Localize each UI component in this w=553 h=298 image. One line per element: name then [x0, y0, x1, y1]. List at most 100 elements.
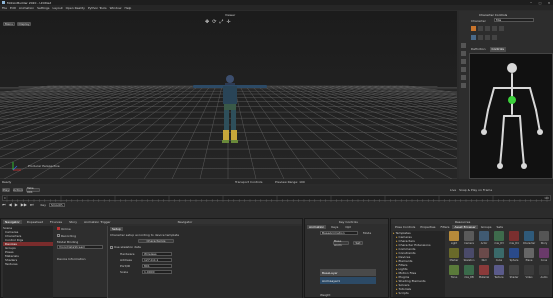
tab-filters[interactable]: Filters	[438, 225, 451, 229]
rotate-icon[interactable]	[461, 59, 466, 64]
asset-item[interactable]: mia_D3	[492, 231, 506, 247]
tab-groups[interactable]: Groups	[479, 225, 494, 229]
asset-item[interactable]: Camera	[462, 231, 476, 247]
scale-icon[interactable]	[461, 67, 466, 72]
base-animation-dropdown[interactable]: BaseAnimation	[320, 231, 358, 235]
menu-edit[interactable]: Edit	[10, 6, 16, 10]
menu-settings[interactable]: Settings	[37, 6, 49, 10]
tab-pose-controls[interactable]: Pose Controls	[393, 225, 417, 229]
menu-open-reality[interactable]: Open Reality	[66, 6, 85, 10]
tab-opt[interactable]: Opt	[343, 225, 352, 229]
recording-checkbox[interactable]	[57, 234, 60, 237]
menu-animation[interactable]: Animation	[19, 6, 34, 10]
port-field[interactable]: 801	[142, 264, 172, 268]
interp-dropdown[interactable]: Smooth	[48, 202, 65, 207]
asset-item[interactable]: Plane	[522, 248, 536, 264]
translate-icon[interactable]	[461, 51, 466, 56]
snap-dropdown[interactable]: Snap & Play on Frame	[459, 188, 492, 192]
tab-story[interactable]: Story	[67, 220, 79, 224]
tab-dopesheet[interactable]: Dopesheet	[25, 220, 45, 224]
move-tool-icon[interactable]: ✥	[205, 19, 209, 25]
go-start-icon[interactable]: ⏮	[2, 202, 6, 207]
menu-python-tools[interactable]: Python Tools	[88, 6, 107, 10]
asset-item[interactable]: Audio	[537, 265, 551, 281]
model-binding-dropdown[interactable]: ViconDataStream	[57, 245, 103, 249]
address-field[interactable]: 127.0.0.1	[142, 258, 172, 262]
menu-file[interactable]: File	[2, 6, 7, 10]
tab-sets[interactable]: Sets	[495, 225, 506, 229]
tab-definition[interactable]: Definition	[469, 47, 488, 52]
menu-button[interactable]: Menu	[3, 22, 15, 26]
asset-item[interactable]: Story	[537, 231, 551, 247]
mirror-icon[interactable]	[485, 35, 490, 40]
take-dropdown[interactable]: Take 001	[26, 186, 40, 194]
asset-item[interactable]: Cube	[492, 248, 506, 264]
layer-row-anim1[interactable]: AnimLayer1	[320, 277, 376, 284]
tree-textures[interactable]: Textures	[3, 262, 53, 266]
menu-window[interactable]: Window	[110, 6, 122, 10]
live-toggle[interactable]: Live	[450, 188, 456, 192]
asset-item[interactable]: Material	[477, 265, 491, 281]
rotate-tool-icon[interactable]: ⟳	[212, 19, 216, 25]
menu-layout[interactable]: Layout	[52, 6, 62, 10]
scale-tool-icon[interactable]: ⤢	[219, 19, 223, 25]
grab-icon[interactable]	[461, 75, 466, 80]
asset-item[interactable]: Light	[447, 231, 461, 247]
layer-row-base[interactable]: BaseLayer	[320, 269, 376, 276]
asset-item[interactable]: Character	[522, 231, 536, 247]
asset-item[interactable]: Cone	[537, 248, 551, 264]
3d-viewport[interactable]: Viewer ✥ ⟳ ⤢ ✛ Menu Display Producer Per…	[0, 11, 457, 179]
scale-field[interactable]: 1.0000	[142, 270, 172, 274]
next-key-icon[interactable]: ▶▶	[21, 202, 27, 207]
asset-item[interactable]: Marker	[447, 248, 461, 264]
tab-setup[interactable]: Setup	[110, 226, 123, 231]
tab-keys[interactable]: Keys	[329, 225, 340, 229]
full-body-icon[interactable]	[471, 26, 476, 31]
camera-icon[interactable]	[461, 83, 466, 88]
tab-fcurves[interactable]: FCurves	[48, 220, 64, 224]
tab-properties[interactable]: Properties	[418, 225, 437, 229]
timeline-track[interactable]: 0 100	[2, 195, 551, 202]
tab-animation[interactable]: Animation	[307, 224, 327, 229]
tab-navigator[interactable]: Navigator	[3, 219, 22, 224]
tab-asset-browser[interactable]: Asset Browser	[452, 224, 478, 229]
base-anim-button[interactable]: Base Anim	[333, 239, 349, 247]
asset-item[interactable]: mia_D4	[507, 231, 521, 247]
skeleton-diagram[interactable]	[470, 54, 553, 180]
asset-item[interactable]: Skeleton	[462, 248, 476, 264]
play-button[interactable]: Play	[2, 188, 10, 192]
online-toggle-icon[interactable]	[57, 227, 60, 230]
asset-item[interactable]: Actor	[477, 231, 491, 247]
pin-icon[interactable]	[492, 26, 497, 31]
character-dropdown[interactable]: Mia	[494, 18, 534, 22]
hardware-field[interactable]: Wireless	[142, 252, 172, 256]
display-button[interactable]: Display	[17, 22, 31, 26]
set-button[interactable]: Set	[353, 241, 363, 245]
character-figure[interactable]	[190, 66, 270, 151]
tab-animation-trigger[interactable]: Animation Trigger	[82, 220, 113, 224]
play-icon[interactable]: ▶	[15, 202, 18, 207]
ik-icon[interactable]	[492, 35, 497, 40]
prev-key-icon[interactable]: ◀	[9, 202, 12, 207]
asset-item[interactable]: Video	[522, 265, 536, 281]
selection-icon[interactable]	[485, 26, 490, 31]
select-icon[interactable]	[461, 43, 466, 48]
use-skeleton-checkbox[interactable]	[110, 245, 113, 249]
reach-icon[interactable]	[499, 26, 504, 31]
asset-item[interactable]: mia_DB	[462, 265, 476, 281]
skeleton-view[interactable]	[469, 53, 553, 179]
go-end-icon[interactable]: ⏭	[30, 202, 34, 207]
asset-item[interactable]: Shader	[507, 265, 521, 281]
resource-tree-item[interactable]: ▸ Scripts	[393, 291, 445, 295]
asset-item[interactable]: Texture	[492, 265, 506, 281]
characterize-button[interactable]: Characterize	[138, 239, 174, 243]
menu-help[interactable]: Help	[124, 6, 131, 10]
zero-icon[interactable]	[478, 35, 483, 40]
hips-effector[interactable]	[508, 96, 516, 104]
asset-item[interactable]: Torus	[447, 265, 461, 281]
tab-controls[interactable]: Controls	[489, 47, 506, 52]
pan-tool-icon[interactable]: ✛	[226, 19, 230, 25]
key-icon[interactable]	[471, 35, 476, 40]
body-part-icon[interactable]	[478, 26, 483, 31]
action-button[interactable]: Action	[13, 188, 23, 192]
